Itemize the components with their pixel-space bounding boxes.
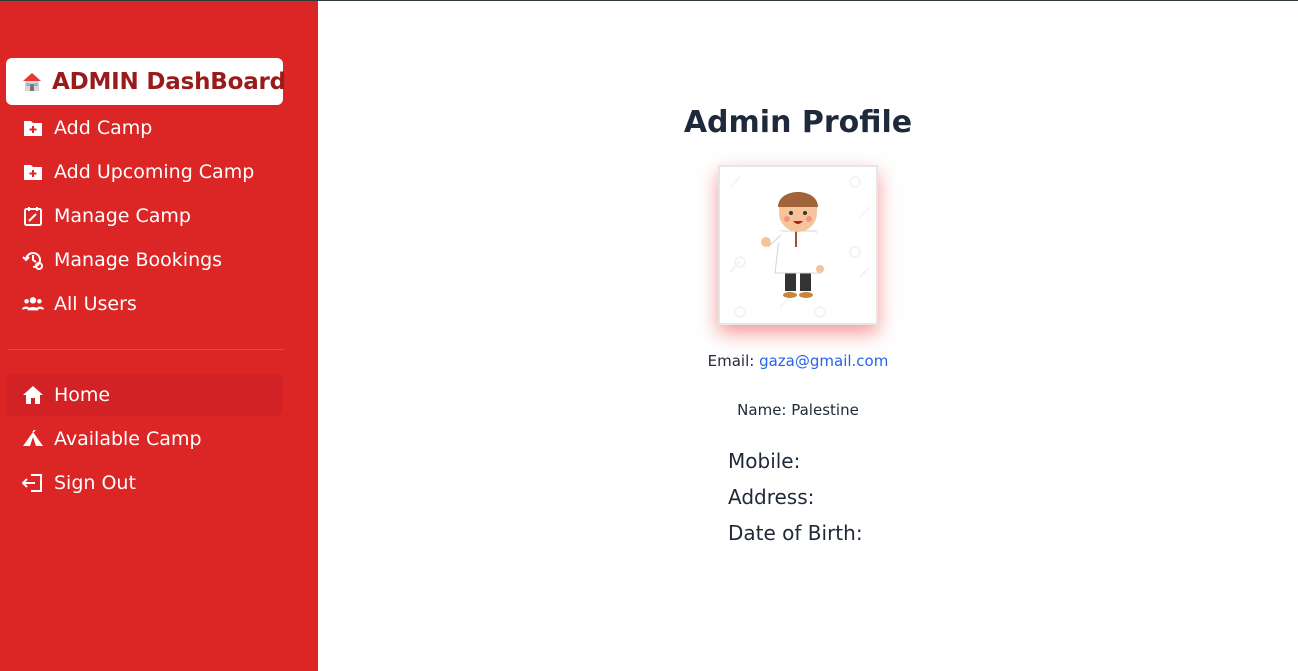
name-row: Name: Palestine (737, 401, 859, 419)
calendar-edit-icon (22, 205, 44, 227)
profile-avatar (718, 165, 878, 325)
sidebar-item-label: Add Camp (54, 117, 153, 139)
tent-icon (22, 428, 44, 450)
sidebar-item-add-camp[interactable]: Add Camp (6, 107, 283, 149)
folder-plus-icon (22, 161, 44, 183)
sidebar-item-label: Manage Bookings (54, 249, 223, 271)
mobile-label: Mobile: (728, 449, 801, 473)
avatar-illustration (729, 176, 871, 318)
sidebar-item-label: Home (54, 384, 111, 406)
sidebar-item-sign-out[interactable]: Sign Out (6, 462, 283, 504)
email-row: Email: gaza@gmail.com (318, 352, 1278, 370)
sign-out-icon (22, 472, 44, 494)
main-content: Admin Profile Email: gaza@gmail.com Name… (318, 1, 1298, 671)
history-gear-icon (22, 249, 44, 271)
sidebar-item-label: All Users (54, 293, 137, 315)
dashboard-brand-link[interactable]: ADMIN DashBoard (6, 58, 286, 105)
dob-label: Date of Birth: (728, 521, 863, 545)
sidebar-item-all-users[interactable]: All Users (6, 283, 283, 325)
sidebar-item-add-upcoming-camp[interactable]: Add Upcoming Camp (6, 151, 283, 193)
email-link[interactable]: gaza@gmail.com (759, 352, 888, 370)
page-title: Admin Profile (683, 105, 913, 140)
users-icon (22, 293, 44, 315)
sidebar-item-manage-camp[interactable]: Manage Camp (6, 195, 283, 237)
brand-label: ADMIN DashBoard (52, 68, 286, 95)
folder-plus-icon (22, 117, 44, 139)
sidebar-item-label: Add Upcoming Camp (54, 161, 255, 183)
sidebar-item-manage-bookings[interactable]: Manage Bookings (6, 239, 283, 281)
house-icon (22, 72, 42, 92)
address-label: Address: (728, 485, 815, 509)
sidebar-item-label: Available Camp (54, 428, 202, 450)
sidebar-item-label: Manage Camp (54, 205, 191, 227)
sidebar-item-home[interactable]: Home (6, 374, 283, 416)
home-icon (22, 384, 44, 406)
email-label: Email: (707, 352, 755, 370)
sidebar-item-label: Sign Out (54, 472, 136, 494)
sidebar-divider (8, 349, 284, 350)
sidebar-item-available-camp[interactable]: Available Camp (6, 418, 283, 460)
sidebar: ADMIN DashBoard Add Camp Add Upcoming Ca… (0, 1, 318, 671)
